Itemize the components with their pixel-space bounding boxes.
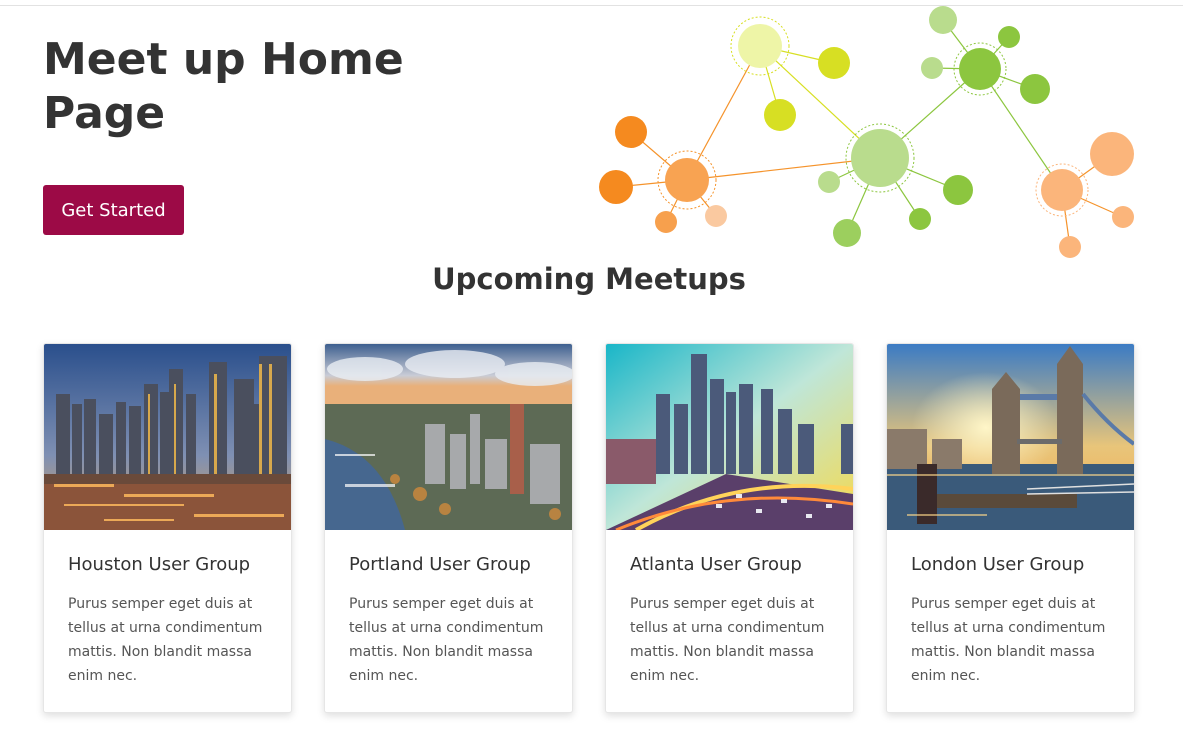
card-description: Purus semper eget duis at tellus at urna… bbox=[911, 596, 1106, 684]
card-title: Atlanta User Group bbox=[630, 554, 802, 575]
card-title: London User Group bbox=[911, 554, 1085, 575]
page-title: Meet up Home Page bbox=[43, 34, 404, 139]
network-graphic bbox=[599, 6, 1134, 258]
card-title: Portland User Group bbox=[349, 554, 531, 575]
atlanta-highway-image bbox=[606, 344, 853, 530]
card-description: Purus semper eget duis at tellus at urna… bbox=[349, 596, 544, 684]
london-tower-bridge-image bbox=[887, 344, 1134, 530]
meetup-card-houston[interactable]: Houston User Group Purus semper eget dui… bbox=[43, 343, 292, 713]
card-description: Purus semper eget duis at tellus at urna… bbox=[68, 596, 263, 684]
portland-aerial-image bbox=[325, 344, 572, 530]
upcoming-meetups-heading: Upcoming Meetups bbox=[432, 262, 746, 296]
card-description: Purus semper eget duis at tellus at urna… bbox=[630, 596, 825, 684]
card-title: Houston User Group bbox=[68, 554, 251, 575]
meetup-card-portland[interactable]: Portland User Group Purus semper eget du… bbox=[324, 343, 573, 713]
meetup-card-london[interactable]: London User Group Purus semper eget duis… bbox=[886, 343, 1135, 713]
get-started-button[interactable]: Get Started bbox=[43, 185, 184, 235]
houston-skyline-image bbox=[44, 344, 291, 530]
meetup-card-atlanta[interactable]: Atlanta User Group Purus semper eget dui… bbox=[605, 343, 854, 713]
